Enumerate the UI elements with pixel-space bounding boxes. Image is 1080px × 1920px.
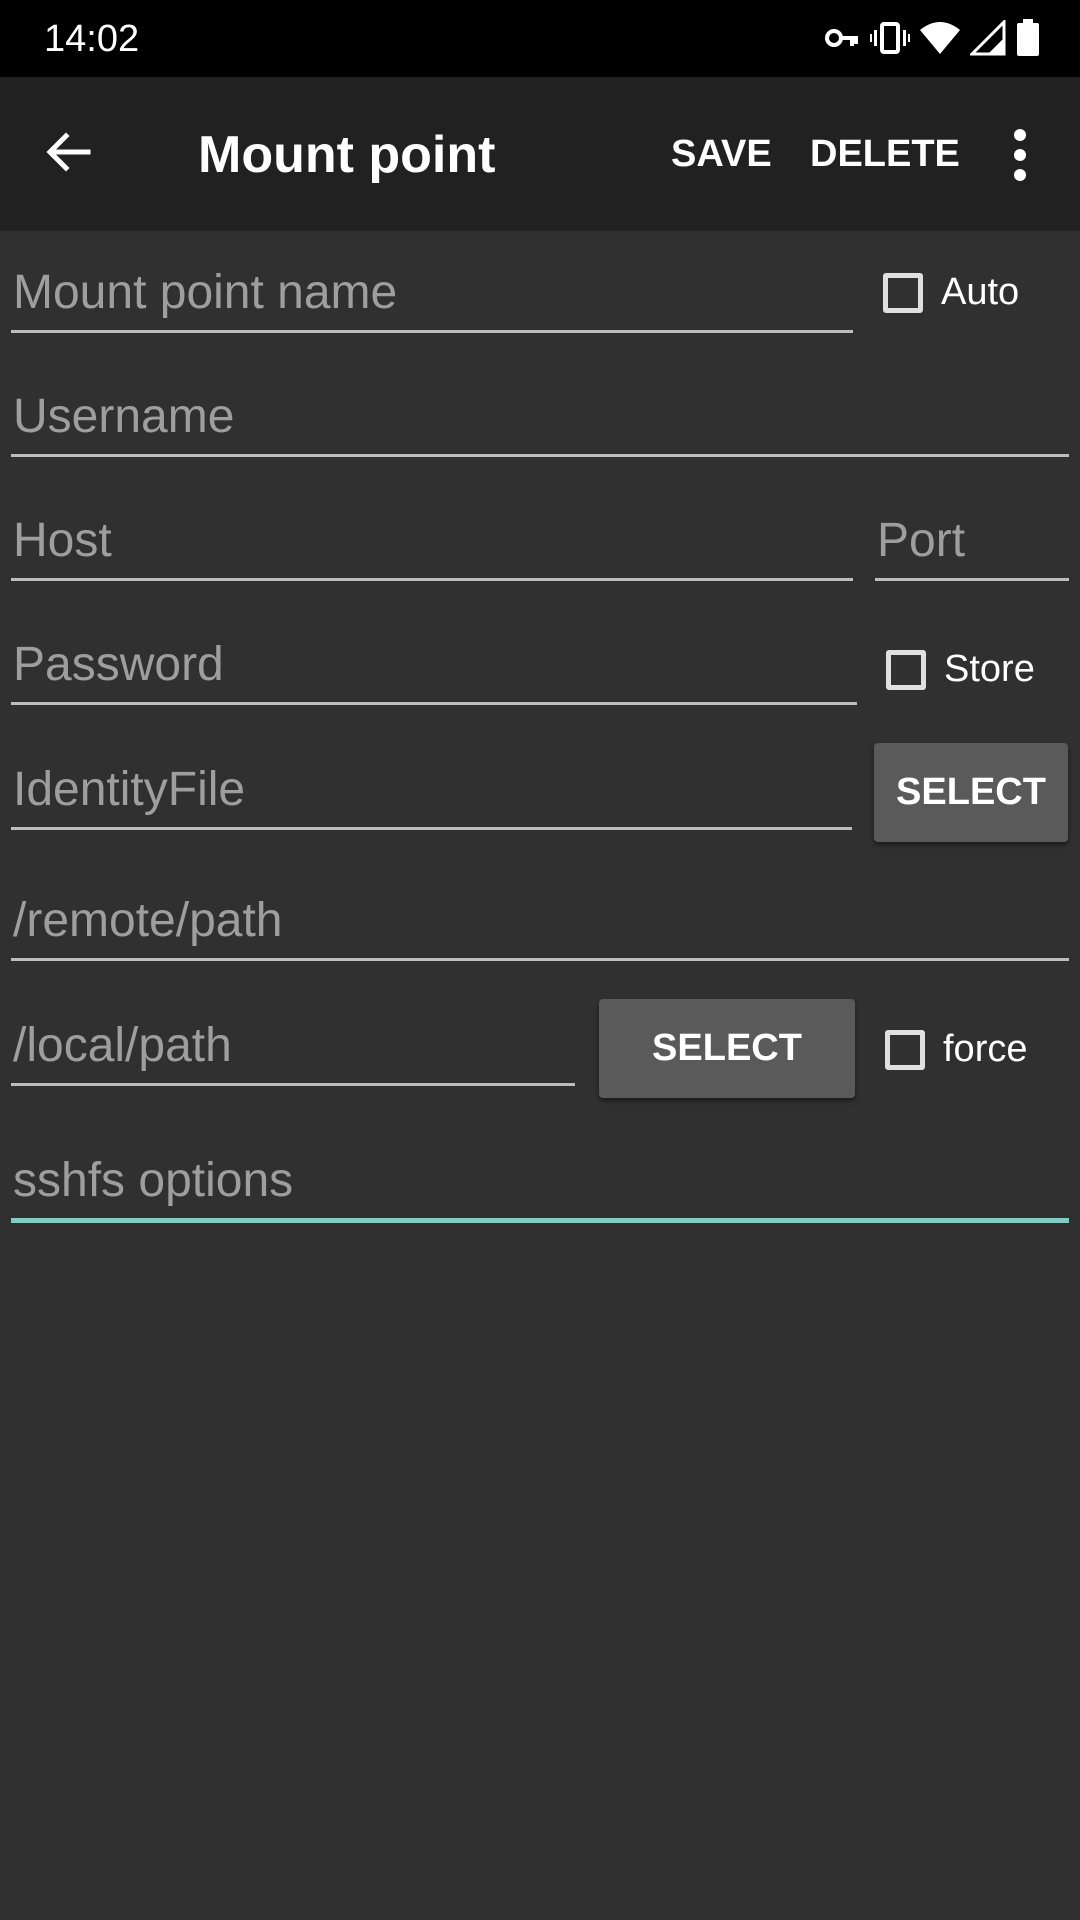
status-time: 14:02 bbox=[44, 18, 140, 60]
vibrate-icon bbox=[870, 20, 910, 61]
status-icons bbox=[824, 17, 1040, 62]
local-path-placeholder: /local/path bbox=[13, 1019, 232, 1072]
page-title: Mount point bbox=[198, 126, 496, 184]
save-button[interactable]: SAVE bbox=[671, 133, 772, 176]
app-toolbar: Mount point SAVE DELETE bbox=[0, 77, 1080, 231]
remote-path-placeholder: /remote/path bbox=[13, 894, 283, 947]
username-input[interactable]: Username bbox=[11, 384, 1069, 457]
auto-checkbox-row[interactable]: Auto bbox=[883, 271, 1019, 314]
more-vert-icon bbox=[1000, 129, 1040, 189]
store-checkbox-row[interactable]: Store bbox=[886, 648, 1035, 691]
port-placeholder: Port bbox=[877, 514, 966, 567]
status-bar: 14:02 bbox=[0, 0, 1080, 77]
host-input[interactable]: Host bbox=[11, 508, 853, 581]
host-placeholder: Host bbox=[13, 514, 112, 567]
password-input[interactable]: Password bbox=[11, 632, 857, 705]
wifi-icon bbox=[920, 20, 960, 61]
local-select-button[interactable]: SELECT bbox=[599, 999, 855, 1098]
local-path-input[interactable]: /local/path bbox=[11, 1013, 575, 1086]
cell-signal-icon bbox=[968, 17, 1006, 61]
force-checkbox[interactable] bbox=[885, 1029, 925, 1070]
store-checkbox[interactable] bbox=[886, 649, 926, 690]
arrow-back-icon bbox=[38, 132, 98, 186]
more-options-button[interactable] bbox=[1000, 125, 1040, 185]
sshfs-options-input[interactable]: sshfs options bbox=[11, 1148, 1069, 1223]
port-input[interactable]: Port bbox=[875, 508, 1069, 581]
battery-icon bbox=[1016, 18, 1040, 62]
mount-point-name-input[interactable]: Mount point name bbox=[11, 260, 853, 333]
mount-point-name-placeholder: Mount point name bbox=[13, 266, 398, 319]
password-placeholder: Password bbox=[13, 638, 224, 691]
identity-select-button[interactable]: SELECT bbox=[874, 743, 1068, 842]
username-placeholder: Username bbox=[13, 390, 235, 443]
delete-button[interactable]: DELETE bbox=[810, 133, 960, 176]
auto-checkbox[interactable] bbox=[883, 272, 923, 313]
identity-file-placeholder: IdentityFile bbox=[13, 763, 246, 816]
auto-label: Auto bbox=[941, 271, 1020, 313]
sshfs-options-placeholder: sshfs options bbox=[13, 1154, 294, 1207]
force-label: force bbox=[943, 1028, 1028, 1070]
remote-path-input[interactable]: /remote/path bbox=[11, 888, 1069, 961]
store-label: Store bbox=[944, 648, 1035, 690]
back-button[interactable] bbox=[38, 122, 112, 186]
force-checkbox-row[interactable]: force bbox=[885, 1028, 1027, 1071]
identity-file-input[interactable]: IdentityFile bbox=[11, 757, 852, 830]
vpn-key-icon bbox=[824, 20, 860, 61]
